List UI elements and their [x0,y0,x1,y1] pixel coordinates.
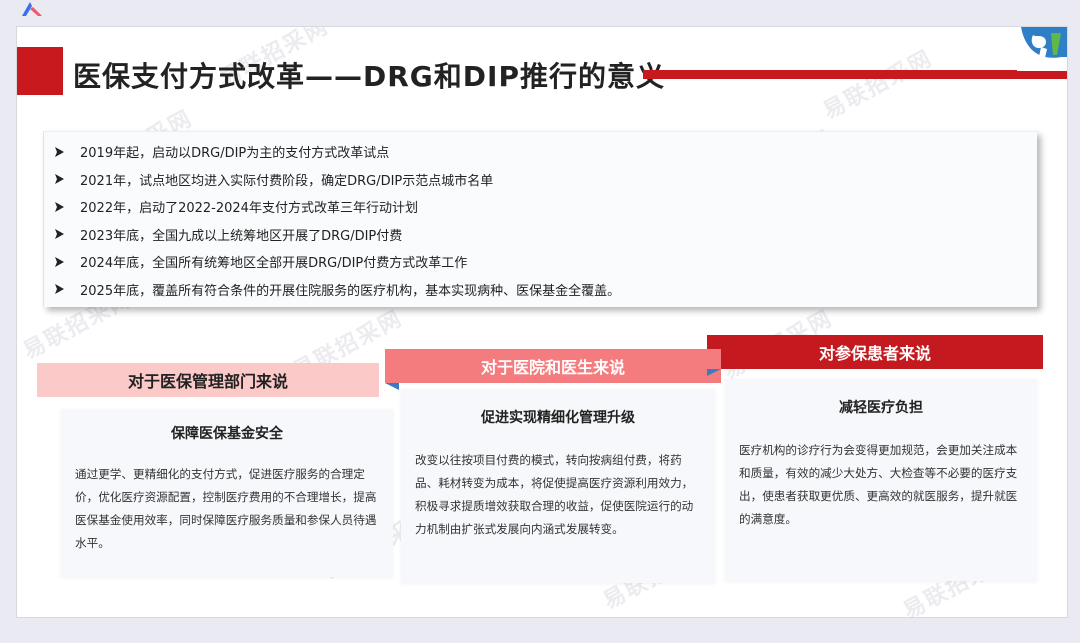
card-title: 减轻医疗负担 [839,400,923,416]
card-body: 通过更学、更精细化的支付方式，促进医疗服务的合理定价，优化医疗资源配置，控制医疗… [75,467,377,550]
timeline-list: 2019年起，启动以DRG/DIP为主的支付方式改革试点 2021年，试点地区均… [43,131,1037,307]
list-item-text: 2021年，试点地区均进入实际付费阶段，确定DRG/DIP示范点城市名单 [80,173,494,189]
ribbon-fold [385,383,399,390]
arrow-bullet-icon [55,284,64,295]
card-body: 改变以往按项目付费的模式，转向按病组付费，将药品、耗材转变为成本，将促使提高医疗… [415,453,694,536]
list-item: 2021年，试点地区均进入实际付费阶段，确定DRG/DIP示范点城市名单 [44,166,1037,194]
column-header-hospitals: 对于医院和医生来说 [385,349,721,383]
watermark: 易联招采网 [819,45,938,125]
card-title: 保障医保基金安全 [171,426,283,442]
arrow-bullet-icon [55,146,64,157]
info-card-insurance-dept: 保障医保基金安全 通过更学、更精细化的支付方式，促进医疗服务的合理定价，优化医疗… [61,409,393,577]
arrow-bullet-icon [55,174,64,185]
card-title: 促进实现精细化管理升级 [481,410,635,426]
slide: 易联招采网 易联招采网 易联招采网 易联招采网 易联招采网 易联招采网 易联招采… [16,26,1068,618]
app-logo-icon[interactable] [18,0,46,18]
card-body: 医疗机构的诊疗行为会变得更加规范，会更加关注成本和质量，有效的减少大处方、大检查… [739,443,1018,526]
list-item-text: 2023年底，全国九成以上统筹地区开展了DRG/DIP付费 [80,228,403,244]
list-item: 2022年，启动了2022-2024年支付方式改革三年行动计划 [44,193,1037,221]
title-accent-line [643,70,1067,79]
arrow-bullet-icon [55,256,64,267]
list-item: 2023年底，全国九成以上统筹地区开展了DRG/DIP付费 [44,221,1037,249]
column-header-patients: 对参保患者来说 [707,335,1043,369]
list-item: 2019年起，启动以DRG/DIP为主的支付方式改革试点 [44,138,1037,166]
corner-logo-icon [1017,27,1067,71]
list-item-text: 2022年，启动了2022-2024年支付方式改革三年行动计划 [80,201,418,217]
arrow-bullet-icon [55,201,64,212]
list-item-text: 2025年底，覆盖所有符合条件的开展住院服务的医疗机构，基本实现病种、医保基金全… [80,283,621,299]
list-item: 2025年底，覆盖所有符合条件的开展住院服务的医疗机构，基本实现病种、医保基金全… [44,276,1037,304]
page-title: 医保支付方式改革——DRG和DIP推行的意义 [73,60,665,93]
list-item: 2024年底，全国所有统筹地区全部开展DRG/DIP付费方式改革工作 [44,248,1037,276]
ribbon-fold [707,369,721,376]
title-accent-block [17,47,63,95]
info-card-hospitals: 促进实现精细化管理升级 改变以往按项目付费的模式，转向按病组付费，将药品、耗材转… [401,389,715,583]
list-item-text: 2019年起，启动以DRG/DIP为主的支付方式改革试点 [80,146,390,162]
info-card-patients: 减轻医疗负担 医疗机构的诊疗行为会变得更加规范，会更加关注成本和质量，有效的减少… [725,379,1037,581]
column-header-insurance-dept: 对于医保管理部门来说 [37,363,379,397]
list-item-text: 2024年底，全国所有统筹地区全部开展DRG/DIP付费方式改革工作 [80,256,468,272]
arrow-bullet-icon [55,229,64,240]
